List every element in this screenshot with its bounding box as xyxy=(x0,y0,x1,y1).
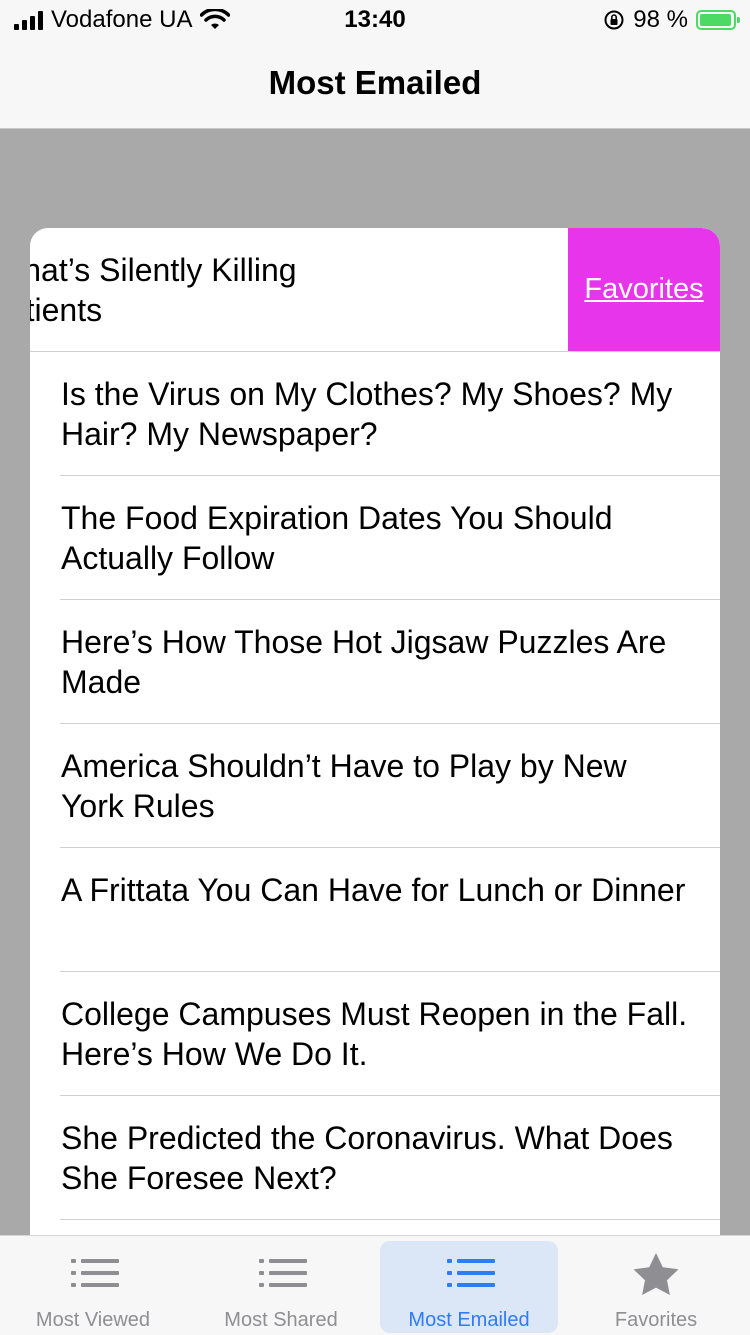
navigation-bar: Most Emailed xyxy=(0,40,750,129)
tab-most-emailed[interactable]: Most Emailed xyxy=(380,1241,558,1333)
tab-favorites[interactable]: Favorites xyxy=(567,1241,745,1333)
article-title: Is the Virus on My Clothes? My Shoes? My… xyxy=(61,376,673,452)
list-icon xyxy=(447,1259,495,1287)
article-row[interactable]: The Food Expiration Dates You Should Act… xyxy=(30,476,720,600)
battery-percent: 98 % xyxy=(633,6,688,33)
article-row[interactable]: Is the Virus on My Clothes? My Shoes? My… xyxy=(30,352,720,476)
page-title: Most Emailed xyxy=(268,64,482,101)
article-title: College Campuses Must Reopen in the Fall… xyxy=(61,996,688,1072)
article-row[interactable]: She Predicted the Coronavirus. What Does… xyxy=(30,1096,720,1220)
article-title: Here’s How Those Hot Jigsaw Puzzles Are … xyxy=(61,624,667,700)
favorites-action-label: Favorites xyxy=(584,273,704,305)
tab-label: Most Shared xyxy=(224,1309,338,1331)
tab-most-viewed[interactable]: Most Viewed xyxy=(4,1241,182,1333)
tab-most-shared[interactable]: Most Shared xyxy=(192,1241,370,1333)
favorites-swipe-action[interactable]: Favorites xyxy=(568,228,720,351)
swiped-article-row[interactable]: ection That’s Silently Killing virus Pat… xyxy=(30,228,720,352)
article-title: A Frittata You Can Have for Lunch or Din… xyxy=(61,872,686,908)
row-divider xyxy=(60,1219,720,1220)
article-row[interactable]: Here’s How Those Hot Jigsaw Puzzles Are … xyxy=(30,600,720,724)
tab-label: Most Emailed xyxy=(408,1309,530,1331)
article-title: America Shouldn’t Have to Play by New Yo… xyxy=(61,748,627,824)
article-row[interactable]: College Campuses Must Reopen in the Fall… xyxy=(30,972,720,1096)
status-bar: Vodafone UA 13:40 98 % xyxy=(0,0,750,40)
article-row[interactable]: A Frittata You Can Have for Lunch or Din… xyxy=(30,848,720,972)
article-title: The Food Expiration Dates You Should Act… xyxy=(61,500,613,576)
swiped-article-title: ection That’s Silently Killing virus Pat… xyxy=(30,250,470,330)
list-icon xyxy=(259,1259,307,1287)
article-title: She Predicted the Coronavirus. What Does… xyxy=(61,1120,673,1196)
articles-sheet: ection That’s Silently Killing virus Pat… xyxy=(30,228,720,1235)
battery-icon xyxy=(696,10,740,30)
swiped-title-line2: virus Patients xyxy=(30,292,103,328)
status-right: 98 % xyxy=(603,6,740,34)
orientation-lock-icon xyxy=(604,10,624,30)
swiped-title-line1: ection That’s Silently Killing xyxy=(30,252,297,288)
list-icon xyxy=(71,1259,119,1287)
star-icon xyxy=(633,1253,679,1295)
tab-label: Favorites xyxy=(614,1309,698,1331)
tab-label: Most Viewed xyxy=(35,1309,151,1331)
article-row[interactable]: America Shouldn’t Have to Play by New Yo… xyxy=(30,724,720,848)
tab-bar: Most Viewed Most Shared Most Emailed Fav… xyxy=(0,1235,750,1335)
